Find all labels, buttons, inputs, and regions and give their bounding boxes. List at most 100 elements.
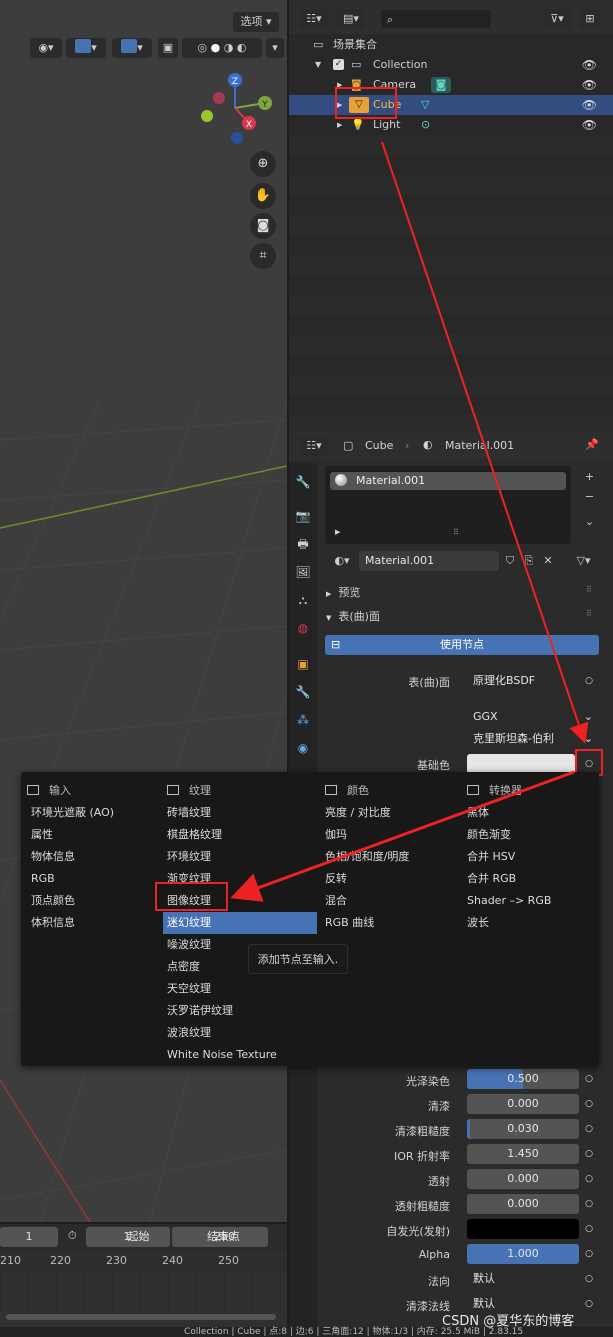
- view-layer-tab-icon[interactable]: 🖼: [292, 561, 314, 583]
- physics-tab-icon[interactable]: ◉: [292, 737, 314, 759]
- outliner-search-input[interactable]: ⌕: [381, 10, 491, 28]
- mesh-data-icon[interactable]: ▽: [421, 95, 429, 115]
- ortho-grid-icon[interactable]: ⌗: [250, 243, 276, 269]
- xray-toggle[interactable]: ▣: [158, 38, 178, 58]
- start-frame-field[interactable]: 起始1: [86, 1227, 170, 1247]
- material-name-field[interactable]: Material.001: [359, 551, 499, 571]
- socket-icon[interactable]: ○: [580, 1120, 598, 1138]
- wireframe-icon[interactable]: ◎: [198, 41, 208, 54]
- socket-icon[interactable]: ○: [580, 1095, 598, 1113]
- material-slot-item[interactable]: Material.001: [330, 472, 566, 490]
- menu-item[interactable]: 沃罗诺伊纹理: [163, 1000, 317, 1022]
- remove-slot-button[interactable]: −: [580, 487, 599, 506]
- socket-icon[interactable]: ○: [580, 1170, 598, 1188]
- socket-icon[interactable]: ○: [580, 1245, 598, 1263]
- shading-dropdown[interactable]: ▾: [266, 38, 284, 58]
- socket-icon[interactable]: ○: [580, 1195, 598, 1213]
- eye-icon[interactable]: 👁: [582, 115, 597, 135]
- ior-field[interactable]: 1.450: [467, 1144, 579, 1164]
- drag-handle-icon[interactable]: ⠿: [586, 609, 592, 618]
- display-mode-dropdown[interactable]: ▤▾: [337, 9, 365, 29]
- menu-item[interactable]: 波长: [463, 912, 595, 934]
- menu-item[interactable]: White Noise Texture: [163, 1044, 317, 1066]
- material-slot-list[interactable]: Material.001 ▶ ⠿: [325, 466, 571, 544]
- timeline-scrollbar[interactable]: [6, 1314, 276, 1320]
- editor-type-dropdown[interactable]: ☷▾: [299, 9, 329, 29]
- distribution-dropdown[interactable]: GGX ⌄: [467, 707, 599, 727]
- material-preview-icon[interactable]: ◑: [224, 41, 234, 54]
- collection-row[interactable]: ▼ ✓ ▭ Collection 👁: [289, 55, 613, 75]
- menu-item[interactable]: 伽玛: [321, 824, 461, 846]
- link-mode-dropdown[interactable]: ▽▾: [568, 551, 599, 571]
- filter-dropdown[interactable]: ⊽▾: [543, 9, 571, 29]
- zoom-icon[interactable]: ⊕: [250, 151, 276, 177]
- breadcrumb-material[interactable]: Material.001: [445, 439, 514, 452]
- alpha-slider[interactable]: 1.000: [467, 1244, 579, 1264]
- options-dropdown[interactable]: 选项 ▾: [233, 12, 279, 32]
- world-tab-icon[interactable]: ◍: [292, 617, 314, 639]
- menu-item[interactable]: 天空纹理: [163, 978, 317, 1000]
- light-data-icon[interactable]: ⊙: [421, 115, 430, 135]
- clearcoat-slider[interactable]: 0.000: [467, 1094, 579, 1114]
- output-tab-icon[interactable]: 🖶: [292, 533, 314, 555]
- tool-tab-icon[interactable]: 🔧: [292, 471, 314, 493]
- shading-modes[interactable]: ◎ ● ◑ ◐: [182, 38, 262, 58]
- render-tab-icon[interactable]: 📷: [292, 505, 314, 527]
- emission-color-swatch[interactable]: [467, 1219, 579, 1239]
- object-tab-icon[interactable]: ▣: [292, 653, 314, 675]
- overlay-toggle[interactable]: ▾: [112, 38, 152, 58]
- slot-specials-button[interactable]: ⌄: [580, 512, 599, 531]
- socket-icon[interactable]: ○: [580, 1270, 598, 1288]
- fake-user-icon[interactable]: ⛉: [501, 551, 519, 571]
- menu-item[interactable]: 亮度 / 对比度: [321, 802, 461, 824]
- menu-item[interactable]: 顶点颜色: [27, 890, 163, 912]
- menu-item[interactable]: 合并 HSV: [463, 846, 595, 868]
- resize-handle-icon[interactable]: ⠿: [453, 528, 459, 537]
- frame-ruler[interactable]: 210 220 230 240 250: [0, 1250, 287, 1272]
- subsurface-method-dropdown[interactable]: 克里斯坦森-伯利 ⌄: [467, 729, 599, 749]
- eye-icon[interactable]: 👁: [582, 55, 597, 75]
- socket-icon[interactable]: ○: [580, 672, 598, 690]
- camera-view-icon[interactable]: ◙: [250, 213, 276, 239]
- menu-item[interactable]: 波浪纹理: [163, 1022, 317, 1044]
- menu-item[interactable]: 砖墙纹理: [163, 802, 317, 824]
- eye-icon[interactable]: 👁: [582, 75, 597, 95]
- menu-item-highlighted[interactable]: 迷幻纹理: [163, 912, 317, 934]
- modifier-tab-icon[interactable]: 🔧: [292, 681, 314, 703]
- end-frame-field[interactable]: 结束点250: [172, 1227, 268, 1247]
- menu-item[interactable]: 合并 RGB: [463, 868, 595, 890]
- stopwatch-icon[interactable]: ⏱: [68, 1229, 77, 1243]
- menu-item[interactable]: 棋盘格纹理: [163, 824, 317, 846]
- visibility-dropdown[interactable]: ◉▾: [30, 38, 62, 58]
- socket-icon[interactable]: ○: [580, 1070, 598, 1088]
- solid-icon[interactable]: ●: [211, 41, 221, 54]
- menu-item[interactable]: 环境光遮蔽 (AO): [27, 802, 163, 824]
- list-expand-icon[interactable]: ▶: [335, 528, 340, 536]
- base-color-swatch[interactable]: [467, 754, 575, 774]
- editor-type-dropdown[interactable]: ☷▾: [299, 436, 329, 456]
- drag-handle-icon[interactable]: ⠿: [586, 585, 592, 594]
- menu-item[interactable]: 颜色渐变: [463, 824, 595, 846]
- socket-icon[interactable]: ○: [580, 1220, 598, 1238]
- clearcoat-roughness-slider[interactable]: 0.030: [467, 1119, 579, 1139]
- browse-material-button[interactable]: ◐▾: [325, 551, 359, 571]
- menu-item[interactable]: 混合: [321, 890, 461, 912]
- camera-data-icon[interactable]: ◙: [431, 77, 451, 93]
- preview-panel-header[interactable]: ▶ 预览: [326, 584, 360, 600]
- unlink-icon[interactable]: ✕: [539, 551, 557, 571]
- new-collection-button[interactable]: ⊞: [579, 9, 601, 29]
- menu-item[interactable]: Shader –> RGB: [463, 890, 595, 912]
- add-slot-button[interactable]: +: [580, 467, 599, 486]
- current-frame-field[interactable]: 1: [0, 1227, 58, 1247]
- menu-item[interactable]: RGB 曲线: [321, 912, 461, 934]
- particles-tab-icon[interactable]: ⁂: [292, 709, 314, 731]
- menu-item[interactable]: 物体信息: [27, 846, 163, 868]
- transmission-slider[interactable]: 0.000: [467, 1169, 579, 1189]
- rendered-icon[interactable]: ◐: [237, 41, 247, 54]
- sheen-tint-slider[interactable]: 0.500: [467, 1069, 579, 1089]
- scene-tab-icon[interactable]: ⛬: [292, 589, 314, 611]
- timeline-track[interactable]: [0, 1272, 287, 1312]
- pin-icon[interactable]: 📌: [585, 438, 599, 451]
- menu-item[interactable]: 体积信息: [27, 912, 163, 934]
- menu-item[interactable]: 属性: [27, 824, 163, 846]
